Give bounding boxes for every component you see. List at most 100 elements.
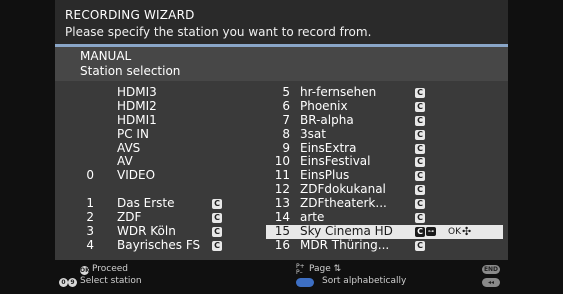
station-name: AV	[117, 154, 133, 169]
channel-badge: C	[415, 88, 425, 98]
channel-badge: C	[212, 240, 222, 251]
station-item[interactable]: HDMI3	[80, 85, 220, 100]
wizard-title: RECORDING WIZARD	[65, 8, 195, 22]
blue-key-icon	[296, 278, 314, 287]
ok-key-icon: OK	[80, 266, 90, 275]
channel-badge: C	[415, 213, 425, 224]
station-item[interactable]: 2 ZDF C	[80, 210, 222, 225]
station-name: HDMI3	[117, 85, 157, 99]
channel-badge: C	[212, 226, 222, 237]
station-number: 10	[274, 154, 290, 169]
station-name: Bayrisches FS	[117, 237, 201, 252]
ok-icon: OK	[448, 226, 461, 237]
station-name: EinsExtra	[300, 140, 357, 155]
station-name: WDR Köln	[117, 223, 176, 238]
encrypted-key-icon: ⊶	[426, 226, 436, 236]
select-station-label[interactable]: Select station	[80, 276, 142, 286]
channel-badge: C	[415, 240, 425, 251]
station-item[interactable]: 6 Phoenix C	[270, 98, 503, 114]
station-item[interactable]: AVS	[80, 140, 220, 156]
station-list-right: 5 hr-fernsehen C 6 Phoenix C 7 BR-alpha C 8 3sa…	[266, 85, 503, 253]
station-number: 8	[282, 126, 290, 141]
station-item[interactable]: 1 Das Erste C	[80, 196, 222, 211]
station-item[interactable]: PC IN	[80, 126, 220, 142]
station-item[interactable]: 9 EinsExtra C	[270, 140, 503, 156]
station-name: EinsPlus	[300, 168, 350, 183]
station-number: 14	[274, 210, 290, 225]
sort-label[interactable]: Sort alphabetically	[322, 276, 406, 286]
station-item[interactable]: HDMI1	[80, 112, 220, 128]
channel-badge: C	[415, 143, 425, 154]
station-name: hr-fernsehen	[300, 85, 377, 99]
station-item[interactable]: 5 hr-fernsehen C	[270, 85, 503, 100]
station-name: Phoenix	[300, 98, 348, 113]
station-item[interactable]: 11 EinsPlus C	[270, 168, 503, 183]
station-name: VIDEO	[117, 168, 156, 183]
station-number: 16	[274, 237, 290, 252]
station-item-selected[interactable]: 15 Sky Cinema HD C ⊶ OK ✣	[266, 223, 503, 239]
station-item[interactable]: 4 Bayrisches FS C	[80, 237, 222, 253]
channel-badge: C	[415, 199, 425, 210]
channel-badge: C	[415, 115, 425, 126]
station-name: AVS	[117, 140, 141, 155]
station-name: PC IN	[117, 126, 149, 141]
station-number: 0	[86, 168, 94, 183]
station-number: 7	[282, 112, 290, 127]
station-number: 13	[274, 196, 290, 211]
channel-badge: C	[415, 226, 425, 237]
channel-badge: C	[415, 101, 425, 112]
channel-badge: C	[212, 199, 222, 210]
station-item[interactable]: 7 BR-alpha C	[270, 112, 503, 128]
end-key-icon[interactable]: END	[482, 265, 500, 274]
channel-badge: C	[415, 157, 425, 168]
station-item[interactable]: 3 WDR Köln C	[80, 223, 222, 239]
back-key-icon[interactable]: ◂◂	[482, 278, 500, 287]
screen: RECORDING WIZARD Please specify the stat…	[0, 0, 563, 294]
wizard-subtitle: Please specify the station you want to r…	[65, 25, 372, 39]
channel-badge: C	[415, 185, 425, 196]
station-number: 4	[86, 237, 94, 252]
station-number: 5	[282, 85, 290, 99]
station-name: 3sat	[300, 126, 326, 141]
station-name: ZDF	[117, 210, 142, 225]
station-name: BR-alpha	[300, 112, 354, 127]
station-number: 1	[86, 196, 94, 211]
station-item[interactable]: 0 VIDEO	[80, 168, 220, 183]
station-item[interactable]: HDMI2	[80, 98, 220, 114]
station-list-left: HDMI3 HDMI2 HDMI1 PC IN AVS AV 0 VIDEO 1 D…	[80, 85, 222, 253]
station-name: ZDFtheaterk...	[300, 196, 387, 211]
station-name: MDR Thüring...	[300, 237, 390, 252]
navigation-cross-icon: ✣	[462, 224, 472, 238]
nine-key-icon: 9	[68, 278, 77, 287]
station-name: arte	[300, 210, 325, 225]
page-label[interactable]: Page ⇅	[309, 264, 341, 274]
station-item[interactable]: 12 ZDFdokukanal C	[270, 182, 503, 197]
station-name: HDMI2	[117, 98, 157, 113]
station-number: 9	[282, 140, 290, 155]
channel-badge: C	[415, 129, 425, 140]
station-item[interactable]: 13 ZDFtheaterk... C	[270, 196, 503, 211]
station-item[interactable]: 14 arte C	[270, 210, 503, 225]
page-key-icon: P+ P–	[296, 263, 305, 276]
station-name: EinsFestival	[300, 154, 371, 169]
station-number: 12	[274, 182, 290, 197]
station-number: 2	[86, 210, 94, 225]
station-number: 11	[274, 168, 290, 183]
section-label: Station selection	[80, 64, 181, 78]
station-number: 6	[282, 98, 290, 113]
station-name: Sky Cinema HD	[300, 223, 393, 238]
station-name: Das Erste	[117, 196, 175, 211]
channel-badge: C	[415, 171, 425, 182]
station-number: 15	[274, 223, 290, 238]
station-item[interactable]: 16 MDR Thüring... C	[270, 237, 503, 253]
station-item[interactable]: 8 3sat C	[270, 126, 503, 142]
proceed-label[interactable]: Proceed	[92, 264, 128, 274]
station-item[interactable]: 10 EinsFestival C	[270, 155, 503, 169]
station-number: 3	[86, 223, 94, 238]
zero-key-icon: 0	[59, 278, 68, 287]
channel-badge: C	[212, 213, 222, 224]
station-name: HDMI1	[117, 112, 157, 127]
mode-label: MANUAL	[80, 49, 132, 63]
station-item[interactable]: AV	[80, 155, 220, 169]
